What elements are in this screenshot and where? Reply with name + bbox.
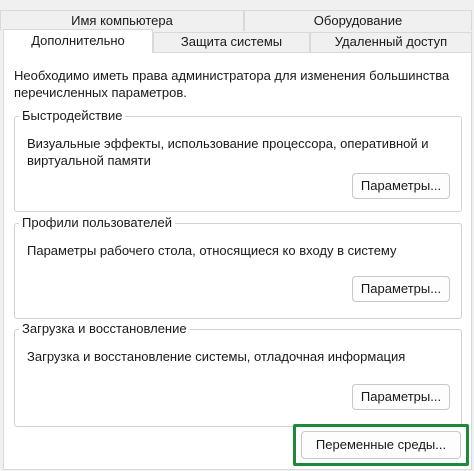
advanced-tab-page: Необходимо иметь права администратора дл… xyxy=(3,52,472,470)
tab-advanced[interactable]: Дополнительно xyxy=(3,29,153,53)
tab-hardware[interactable]: Оборудование xyxy=(244,10,472,31)
environment-variables-button[interactable]: Переменные среды... xyxy=(301,431,461,459)
user-profiles-description: Параметры рабочего стола, относящиеся ко… xyxy=(27,243,397,258)
startup-recovery-group-title: Загрузка и восстановление xyxy=(19,320,190,337)
performance-group: Быстродействие Визуальные эффекты, испол… xyxy=(14,107,462,212)
performance-settings-button[interactable]: Параметры... xyxy=(352,173,450,199)
tab-remote-access-label: Удаленный доступ xyxy=(334,34,448,49)
tab-remote-access[interactable]: Удаленный доступ xyxy=(310,32,472,52)
tab-computer-name[interactable]: Имя компьютера xyxy=(0,10,244,31)
tab-advanced-label: Дополнительно xyxy=(31,33,125,48)
performance-group-title: Быстродействие xyxy=(19,107,126,124)
user-profiles-settings-button[interactable]: Параметры... xyxy=(352,276,450,302)
user-profiles-group-title: Профили пользователей xyxy=(19,214,175,231)
startup-recovery-description: Загрузка и восстановление системы, отлад… xyxy=(27,349,406,364)
tab-computer-name-label: Имя компьютера xyxy=(71,13,173,28)
startup-recovery-settings-button[interactable]: Параметры... xyxy=(352,384,450,410)
tab-system-protection[interactable]: Защита системы xyxy=(153,32,310,52)
tab-system-protection-label: Защита системы xyxy=(180,34,283,49)
admin-rights-notice: Необходимо иметь права администратора дл… xyxy=(14,68,450,100)
performance-description: Визуальные эффекты, использование процес… xyxy=(27,136,429,168)
startup-recovery-group: Загрузка и восстановление Загрузка и вос… xyxy=(14,320,462,427)
user-profiles-group: Профили пользователей Параметры рабочего… xyxy=(14,214,462,319)
tab-hardware-label: Оборудование xyxy=(313,13,403,28)
